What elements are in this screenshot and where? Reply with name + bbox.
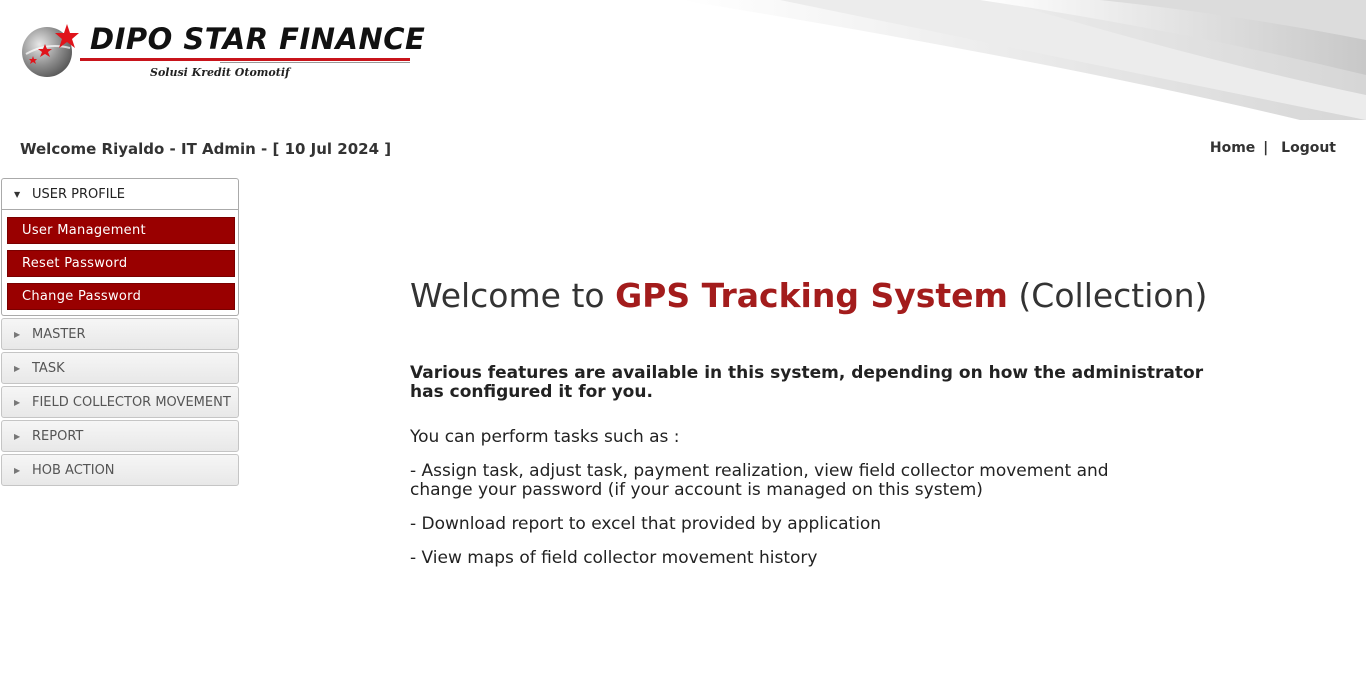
logo-underline-thin (220, 62, 410, 63)
task-item: - Download report to excel that provided… (410, 514, 882, 534)
logo-globe-star-icon (22, 24, 79, 77)
logo-title: DIPO STAR FINANCE (90, 22, 426, 56)
triangle-right-icon: ▶ (14, 363, 21, 373)
features-description: Various features are available in this s… (410, 363, 1204, 402)
triangle-right-icon: ▶ (14, 329, 21, 339)
company-logo: DIPO STAR FINANCE Solusi Kredit Otomotif (20, 22, 425, 82)
task-item: - View maps of field collector movement … (410, 548, 818, 568)
triangle-right-icon: ▶ (14, 431, 21, 441)
sidebar-section-label: TASK (32, 360, 65, 376)
triangle-right-icon: ▶ (14, 397, 21, 407)
sidebar-section-report[interactable]: ▶ REPORT (1, 420, 239, 452)
link-separator: | (1263, 140, 1269, 156)
sidebar-section-label: HOB ACTION (32, 462, 115, 478)
sidebar-section-label: USER PROFILE (32, 186, 126, 202)
user-profile-panel: User Management Reset Password Change Pa… (1, 210, 239, 316)
main-content: Welcome to GPS Tracking System (Collecti… (410, 276, 1210, 568)
welcome-message: Welcome Riyaldo - IT Admin - [ 10 Jul 20… (20, 140, 392, 158)
sidebar-section-task[interactable]: ▶ TASK (1, 352, 239, 384)
page-title: Welcome to GPS Tracking System (Collecti… (410, 276, 1210, 315)
logout-link[interactable]: Logout (1281, 140, 1336, 156)
header-banner: DIPO STAR FINANCE Solusi Kredit Otomotif (0, 0, 1366, 120)
change-password-button[interactable]: Change Password (7, 283, 235, 310)
title-prefix: Welcome to (410, 276, 605, 315)
sidebar-section-label: REPORT (32, 428, 84, 444)
home-link[interactable]: Home (1210, 140, 1255, 156)
tasks-intro: You can perform tasks such as : (410, 427, 680, 447)
top-links: Home | Logout (1210, 140, 1336, 156)
sidebar-section-user-profile[interactable]: ▼ USER PROFILE (1, 178, 239, 210)
title-brand: GPS Tracking System (615, 276, 1008, 315)
user-management-button[interactable]: User Management (7, 217, 235, 244)
task-item: - Assign task, adjust task, payment real… (410, 461, 1109, 500)
sidebar-section-label: MASTER (32, 326, 86, 342)
sidebar-section-label: FIELD COLLECTOR MOVEMENT (32, 394, 231, 410)
title-suffix: (Collection) (1018, 276, 1208, 315)
sidebar-section-master[interactable]: ▶ MASTER (1, 318, 239, 350)
triangle-down-icon: ▼ (14, 189, 21, 199)
logo-underline (80, 58, 410, 61)
sidebar-accordion: ▼ USER PROFILE User Management Reset Pas… (1, 178, 239, 488)
sidebar-section-hob-action[interactable]: ▶ HOB ACTION (1, 454, 239, 486)
reset-password-button[interactable]: Reset Password (7, 250, 235, 277)
sidebar-section-field-collector-movement[interactable]: ▶ FIELD COLLECTOR MOVEMENT (1, 386, 239, 418)
triangle-right-icon: ▶ (14, 465, 21, 475)
logo-tagline: Solusi Kredit Otomotif (150, 66, 290, 79)
